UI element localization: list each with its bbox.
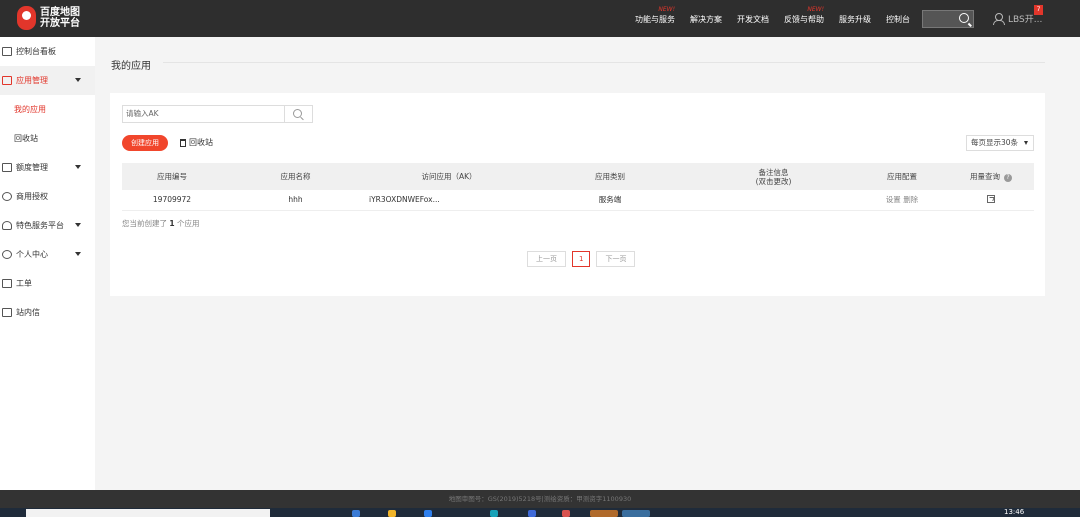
sidebar-item-special-services[interactable]: 特色服务平台 xyxy=(0,211,95,240)
logo-line2: 开放平台 xyxy=(40,18,80,29)
col-ak: 访问应用（AK） xyxy=(369,163,529,190)
cell-note[interactable] xyxy=(691,190,856,211)
title-divider xyxy=(163,62,1045,63)
nav-upgrade[interactable]: 服务升级 xyxy=(839,14,871,25)
sidebar-item-my-apps[interactable]: 我的应用 xyxy=(0,95,95,124)
baidu-map-logo[interactable]: 百度地图 开放平台 xyxy=(17,6,80,30)
nav-dev-docs[interactable]: 开发文档 xyxy=(737,14,769,25)
apps-table: 应用编号 应用名称 访问应用（AK） 应用类别 备注信息 (双击更改) 应用配置 … xyxy=(122,163,1034,211)
recycle-bin-link[interactable]: 回收站 xyxy=(180,137,213,148)
heart-icon xyxy=(2,221,12,230)
apps-card: 请输入AK 创建应用 回收站 每页显示30条 应用编号 应用名称 访问应用（AK… xyxy=(110,93,1045,296)
help-icon[interactable]: ? xyxy=(1004,173,1012,182)
main-nav: NEW! 功能与服务 解决方案 开发文档 NEW! 反馈与帮助 服务升级 控制台 xyxy=(620,6,910,25)
user-icon xyxy=(993,13,1005,25)
header-search[interactable] xyxy=(922,10,974,28)
license-icon xyxy=(2,192,12,201)
create-app-button[interactable]: 创建应用 xyxy=(122,135,168,151)
next-page-button[interactable]: 下一页 xyxy=(596,251,636,267)
logo-line1: 百度地图 xyxy=(40,7,80,18)
col-app-id: 应用编号 xyxy=(122,163,222,190)
table-header-row: 应用编号 应用名称 访问应用（AK） 应用类别 备注信息 (双击更改) 应用配置 … xyxy=(122,163,1034,190)
col-note: 备注信息 (双击更改) xyxy=(691,163,856,190)
cell-usage xyxy=(948,190,1034,211)
trash-icon xyxy=(180,138,186,147)
cell-app-name: hhh xyxy=(222,190,369,211)
sidebar-item-messages[interactable]: 站内信 xyxy=(0,298,95,327)
cell-config: 设置 删除 xyxy=(856,190,948,211)
col-app-name: 应用名称 xyxy=(222,163,369,190)
nav-features[interactable]: NEW! 功能与服务 xyxy=(635,6,675,25)
sidebar-item-recycle-bin[interactable]: 回收站 xyxy=(0,124,95,153)
edge-icon[interactable] xyxy=(352,510,360,517)
chrome-icon[interactable] xyxy=(562,510,570,517)
cell-app-id: 19709972 xyxy=(122,190,222,211)
cell-ak[interactable]: iYR3OXDNWEFox... xyxy=(369,190,529,211)
chevron-down-icon xyxy=(75,223,81,227)
sidebar-item-commercial-license[interactable]: 商用授权 xyxy=(0,182,95,211)
page-1-button[interactable]: 1 xyxy=(572,251,591,267)
app-icon[interactable] xyxy=(490,510,498,517)
ak-search-button[interactable] xyxy=(284,105,313,123)
col-category: 应用类别 xyxy=(529,163,691,190)
nav-solutions[interactable]: 解决方案 xyxy=(690,14,722,25)
chevron-down-icon xyxy=(1024,141,1028,145)
page-title: 我的应用 xyxy=(111,61,151,72)
main-content: 我的应用 请输入AK 创建应用 回收站 每页显示30条 应用编号 应用名称 访问… xyxy=(95,37,1080,490)
taskbar-search[interactable] xyxy=(26,509,270,517)
folder-icon[interactable] xyxy=(388,510,396,517)
chart-icon[interactable] xyxy=(987,194,995,203)
dashboard-icon xyxy=(2,47,12,56)
delete-link[interactable]: 删除 xyxy=(903,195,918,204)
quota-icon xyxy=(2,163,12,172)
os-taskbar: 13:46 xyxy=(0,508,1080,517)
mail-icon xyxy=(2,308,12,317)
ak-search-input[interactable]: 请输入AK xyxy=(122,105,285,123)
chevron-down-icon xyxy=(75,78,81,82)
sidebar-item-tickets[interactable]: 工单 xyxy=(0,269,95,298)
col-usage: 用量查询? xyxy=(948,163,1034,190)
prev-page-button[interactable]: 上一页 xyxy=(527,251,566,267)
running-app-icon-2[interactable] xyxy=(622,510,650,517)
settings-link[interactable]: 设置 xyxy=(886,195,901,204)
sidebar-item-app-management[interactable]: 应用管理 xyxy=(0,66,95,95)
top-navbar: 百度地图 开放平台 NEW! 功能与服务 解决方案 开发文档 NEW! 反馈与帮助 … xyxy=(0,0,1080,37)
cell-category: 服务端 xyxy=(529,190,691,211)
chevron-down-icon xyxy=(75,252,81,256)
sidebar-item-dashboard[interactable]: 控制台看板 xyxy=(0,37,95,66)
sidebar: 控制台看板 应用管理 我的应用 回收站 额度管理 商用授权 特色服务平台 个人中… xyxy=(0,37,95,490)
new-tag: NEW! xyxy=(658,6,675,13)
taskbar-clock: 13:46 xyxy=(1004,508,1025,516)
chevron-down-icon xyxy=(75,165,81,169)
apps-grid-icon xyxy=(2,76,12,85)
running-app-icon[interactable] xyxy=(590,510,618,517)
col-config: 应用配置 xyxy=(856,163,948,190)
person-icon xyxy=(2,250,12,259)
map-pin-logo-icon xyxy=(17,6,36,30)
nav-console[interactable]: 控制台 xyxy=(886,14,910,25)
word-icon[interactable] xyxy=(528,510,536,517)
search-icon xyxy=(293,109,302,118)
notification-badge[interactable]: 7 xyxy=(1034,5,1043,15)
new-tag: NEW! xyxy=(807,6,824,13)
sidebar-item-quota[interactable]: 额度管理 xyxy=(0,153,95,182)
footer: 地图审图号：GS(2019)5218号|测绘资质：甲测资字1100930 xyxy=(0,490,1080,508)
sidebar-item-personal-center[interactable]: 个人中心 xyxy=(0,240,95,269)
store-icon[interactable] xyxy=(424,510,432,517)
ticket-icon xyxy=(2,279,12,288)
table-row: 19709972 hhh iYR3OXDNWEFox... 服务端 设置 删除 xyxy=(122,190,1034,211)
search-icon[interactable] xyxy=(959,13,969,23)
pagination: 上一页 1 下一页 xyxy=(527,251,641,267)
app-count-note: 您当前创建了 1 个应用 xyxy=(122,219,200,228)
per-page-select[interactable]: 每页显示30条 xyxy=(966,135,1034,151)
nav-feedback[interactable]: NEW! 反馈与帮助 xyxy=(784,6,824,25)
